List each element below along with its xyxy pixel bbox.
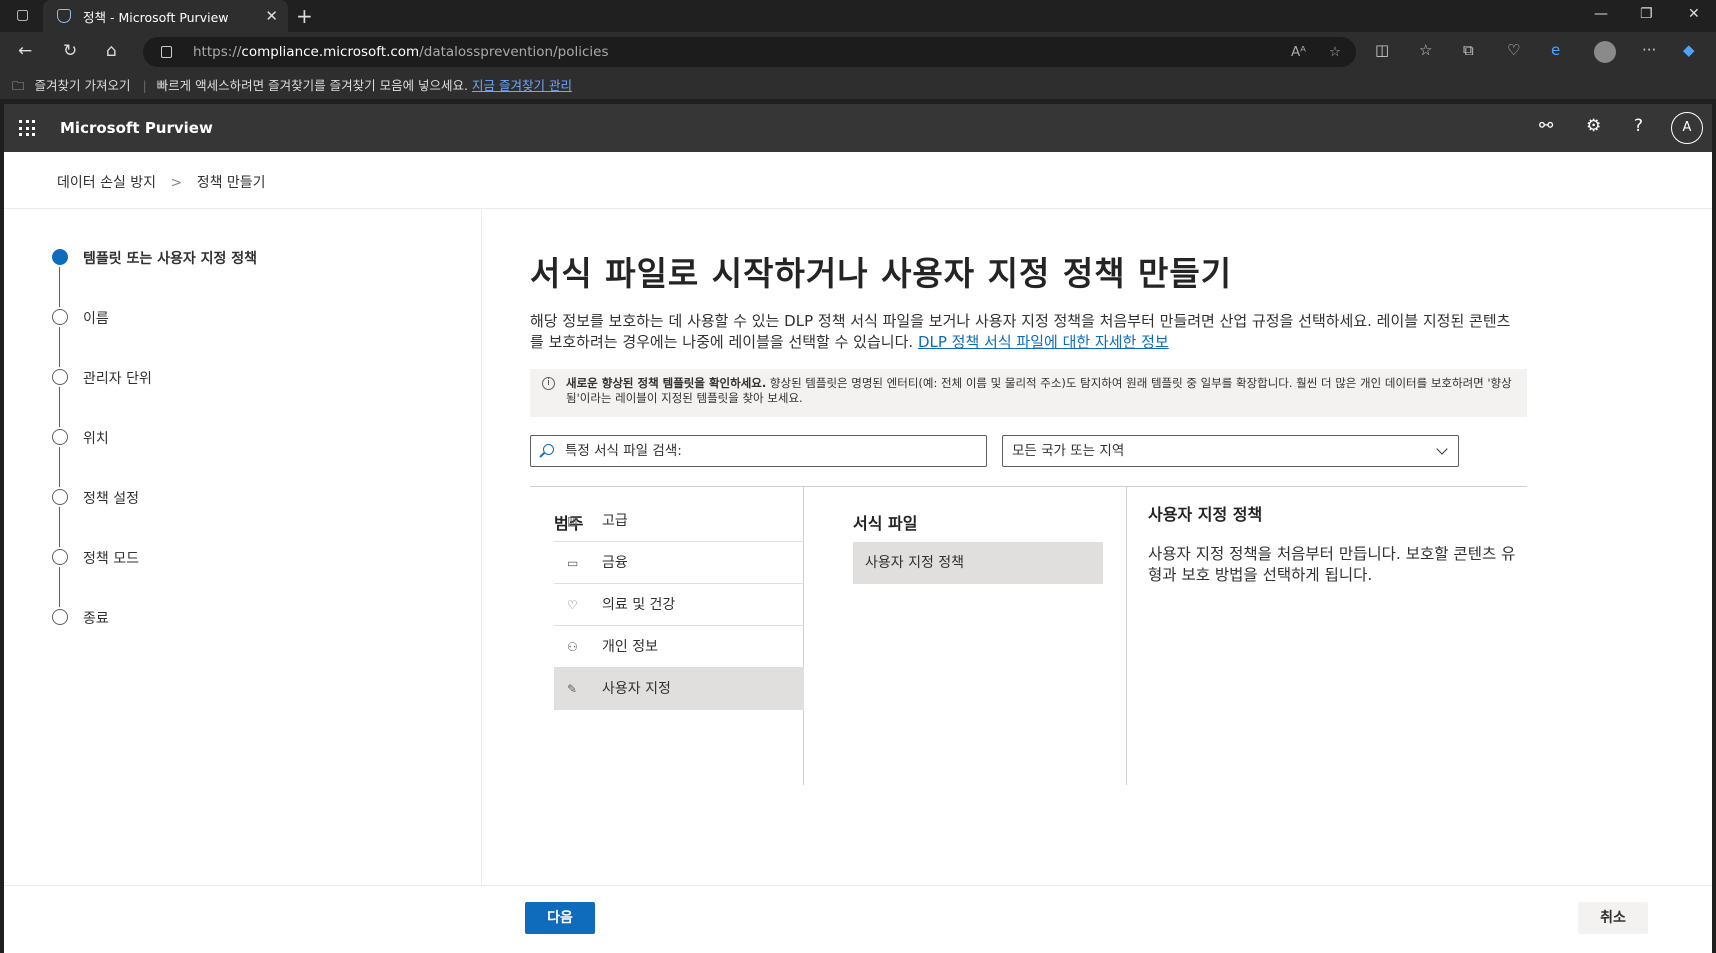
learn-more-link[interactable]: DLP 정책 서식 파일에 대한 자세한 정보 bbox=[918, 333, 1169, 351]
app-launcher-icon[interactable] bbox=[19, 120, 35, 136]
divider bbox=[1126, 487, 1127, 785]
tab-title: 정책 - Microsoft Purview bbox=[83, 9, 229, 25]
person-icon: ⚇ bbox=[567, 640, 578, 654]
close-tab-icon[interactable]: ✕ bbox=[265, 7, 278, 25]
health-icon[interactable]: ♡ bbox=[1507, 41, 1520, 59]
favorites-icon[interactable]: ☆ bbox=[1419, 41, 1432, 59]
purview-app: Microsoft Purview ⚯ ⚙ ? A 데이터 손실 방지 > 정책… bbox=[4, 104, 1712, 953]
step-active-icon bbox=[52, 249, 68, 265]
category-advanced[interactable]: ▥ 고급 bbox=[554, 500, 804, 542]
help-icon[interactable]: ? bbox=[1634, 116, 1643, 136]
collections-icon[interactable]: ⧉ bbox=[1463, 41, 1474, 59]
home-icon[interactable]: ⌂ bbox=[106, 41, 117, 61]
divider bbox=[481, 209, 482, 885]
more-icon[interactable]: ··· bbox=[1642, 41, 1656, 59]
detail-title: 사용자 지정 정책 bbox=[1148, 505, 1263, 524]
read-aloud-icon[interactable]: Aᴬ bbox=[1291, 37, 1306, 67]
step-circle-icon bbox=[52, 309, 68, 325]
info-notice: i 새로운 향상된 정책 템플릿을 확인하세요. 향상된 템플릿은 명명된 엔터… bbox=[530, 369, 1527, 417]
split-screen-icon[interactable]: ◫ bbox=[1375, 41, 1389, 59]
heart-icon: ♡ bbox=[567, 598, 578, 612]
wrench-icon: ✎ bbox=[567, 682, 578, 696]
purview-shield-icon bbox=[57, 9, 71, 23]
minimize-icon[interactable]: — bbox=[1594, 6, 1608, 22]
url-path: /datalossprevention/policies bbox=[419, 44, 609, 60]
category-medical[interactable]: ♡ 의료 및 건강 bbox=[554, 584, 804, 626]
next-button[interactable]: 다음 bbox=[525, 902, 595, 934]
library-icon: ▥ bbox=[567, 514, 579, 528]
detail-description: 사용자 지정 정책을 처음부터 만듭니다. 보호할 콘텐츠 유형과 보호 방법을… bbox=[1148, 545, 1516, 584]
card-icon: ▭ bbox=[567, 556, 579, 570]
page-title: 서식 파일로 시작하거나 사용자 지정 정책 만들기 bbox=[530, 254, 1233, 293]
search-placeholder: 특정 서식 파일 검색: bbox=[565, 443, 682, 459]
category-financial[interactable]: ▭ 금융 bbox=[554, 542, 804, 584]
tab-actions-icon[interactable]: ▢ bbox=[16, 7, 29, 23]
browser-tab[interactable]: 정책 - Microsoft Purview ✕ bbox=[43, 0, 288, 32]
refresh-icon[interactable]: ↻ bbox=[63, 41, 77, 61]
url-host: compliance.microsoft.com bbox=[241, 44, 420, 60]
step-label: 위치 bbox=[83, 431, 109, 447]
breadcrumb: 데이터 손실 방지 > 정책 만들기 bbox=[57, 172, 276, 192]
settings-gear-icon[interactable]: ⚙ bbox=[1586, 116, 1601, 136]
step-circle-icon bbox=[52, 369, 68, 385]
close-window-icon[interactable]: ✕ bbox=[1688, 6, 1700, 22]
notice-bold-text: 새로운 향상된 정책 템플릿을 확인하세요. bbox=[566, 376, 767, 390]
back-icon[interactable]: ← bbox=[18, 41, 32, 61]
connect-icon[interactable]: ⚯ bbox=[1539, 116, 1553, 136]
url-field[interactable]: https://compliance.microsoft.com/datalos… bbox=[143, 37, 1356, 67]
step-circle-icon bbox=[52, 489, 68, 505]
info-icon: i bbox=[542, 377, 555, 390]
browser-tab-bar: ▢ 정책 - Microsoft Purview ✕ + — ❐ ✕ bbox=[0, 0, 1716, 32]
category-label: 의료 및 건강 bbox=[602, 597, 676, 613]
cancel-button[interactable]: 취소 bbox=[1578, 902, 1648, 934]
step-label: 정책 설정 bbox=[83, 491, 139, 507]
step-circle-icon bbox=[52, 609, 68, 625]
lock-icon bbox=[161, 46, 172, 58]
category-custom[interactable]: ✎ 사용자 지정 bbox=[554, 668, 804, 710]
edge-icon[interactable]: e bbox=[1551, 41, 1560, 59]
step-label: 관리자 단위 bbox=[83, 371, 152, 387]
region-dropdown[interactable]: 모든 국가 또는 지역 bbox=[1002, 435, 1459, 467]
import-favorites-icon: 🗀 bbox=[12, 78, 25, 93]
profile-icon[interactable] bbox=[1594, 41, 1616, 63]
manage-favorites-link[interactable]: 지금 즐겨찾기 관리 bbox=[472, 78, 572, 93]
templates-header: 서식 파일 bbox=[853, 514, 918, 533]
url-prefix: https:// bbox=[193, 44, 242, 60]
avatar[interactable]: A bbox=[1671, 112, 1703, 144]
import-favorites-link[interactable]: 즐겨찾기 가져오기 bbox=[35, 78, 131, 93]
copilot-icon[interactable]: ◆ bbox=[1683, 41, 1695, 59]
brand-title[interactable]: Microsoft Purview bbox=[60, 119, 213, 137]
favorites-bar: 🗀 즐겨찾기 가져오기 | 빠르게 액세스하려면 즐겨찾기를 즐겨찾기 모음에 … bbox=[0, 72, 1716, 99]
category-privacy[interactable]: ⚇ 개인 정보 bbox=[554, 626, 804, 668]
search-icon bbox=[543, 444, 554, 455]
step-circle-icon bbox=[52, 549, 68, 565]
favorites-message: 빠르게 액세스하려면 즐겨찾기를 즐겨찾기 모음에 넣으세요. bbox=[156, 78, 469, 93]
intro-text: 해당 정보를 보호하는 데 사용할 수 있는 DLP 정책 서식 파일을 보거나… bbox=[530, 311, 1520, 353]
divider bbox=[4, 208, 1712, 209]
step-circle-icon bbox=[52, 429, 68, 445]
category-label: 사용자 지정 bbox=[602, 681, 671, 697]
new-tab-icon[interactable]: + bbox=[296, 4, 313, 28]
breadcrumb-separator: > bbox=[170, 175, 183, 191]
step-label: 정책 모드 bbox=[83, 551, 139, 567]
template-item-custom-policy[interactable]: 사용자 지정 정책 bbox=[853, 542, 1103, 584]
divider bbox=[530, 486, 1527, 487]
region-selected-value: 모든 국가 또는 지역 bbox=[1012, 443, 1125, 459]
chevron-down-icon bbox=[1436, 443, 1448, 455]
category-label: 고급 bbox=[602, 513, 628, 529]
step-label: 이름 bbox=[83, 311, 109, 327]
step-label: 템플릿 또는 사용자 지정 정책 bbox=[83, 251, 258, 267]
app-header: Microsoft Purview ⚯ ⚙ ? A bbox=[4, 104, 1712, 152]
favorite-star-icon[interactable]: ☆ bbox=[1329, 37, 1341, 67]
category-label: 개인 정보 bbox=[602, 639, 658, 655]
category-label: 금융 bbox=[602, 555, 628, 571]
template-search-input[interactable]: 특정 서식 파일 검색: bbox=[530, 435, 987, 467]
address-bar-row: ← ↻ ⌂ https://compliance.microsoft.com/d… bbox=[0, 32, 1716, 72]
restore-icon[interactable]: ❐ bbox=[1640, 6, 1653, 22]
breadcrumb-dlp[interactable]: 데이터 손실 방지 bbox=[57, 175, 156, 191]
breadcrumb-create-policy: 정책 만들기 bbox=[196, 175, 266, 191]
divider bbox=[4, 885, 1712, 886]
step-label: 종료 bbox=[83, 611, 109, 627]
